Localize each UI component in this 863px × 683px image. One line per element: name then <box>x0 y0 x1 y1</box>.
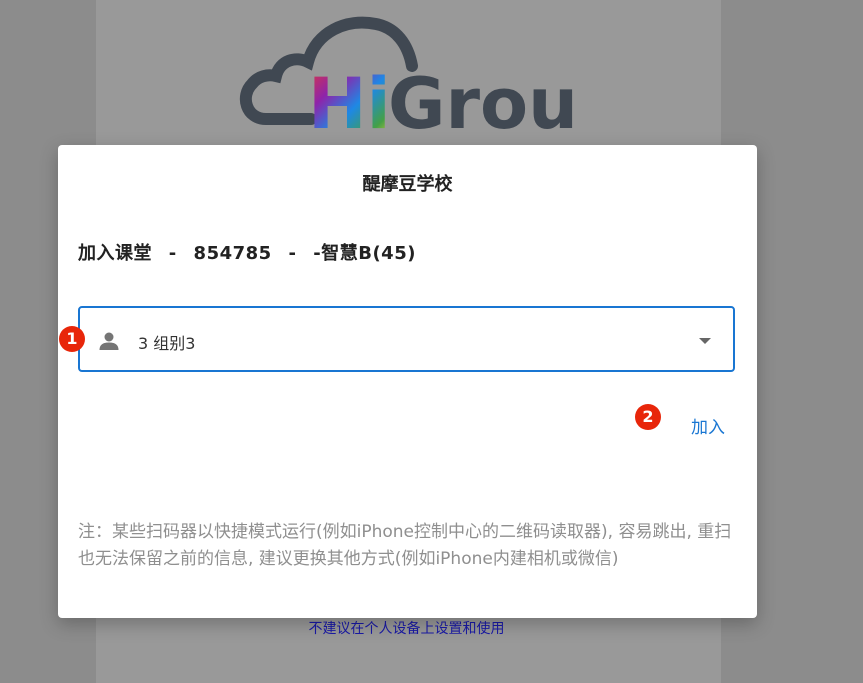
svg-text:Group: Group <box>388 63 582 144</box>
svg-text:Hi: Hi <box>308 63 391 144</box>
higroup-logo: Hi Group <box>236 16 582 144</box>
join-class-dialog: 醍摩豆学校 加入课堂 - 854785 - -智慧B(45) 3 组别3 加入 … <box>58 145 757 618</box>
dialog-title: 醍摩豆学校 <box>362 174 453 195</box>
step-marker-1: 1 <box>59 326 85 352</box>
class-name: -智慧B(45) <box>313 243 416 264</box>
scanner-note: 注：某些扫码器以快捷模式运行(例如iPhone控制中心的二维码读取器), 容易跳… <box>78 522 732 569</box>
join-button[interactable]: 加入 <box>678 413 738 443</box>
step-marker-2: 2 <box>635 404 661 430</box>
class-separator: - <box>168 243 177 264</box>
class-info: 加入课堂 - 854785 - -智慧B(45) <box>78 239 426 265</box>
group-select-value: 3 组别3 <box>138 334 196 353</box>
class-label: 加入课堂 <box>78 243 152 264</box>
class-code: 854785 <box>193 243 272 264</box>
class-separator: - <box>288 243 297 264</box>
group-select[interactable]: 3 组别3 <box>78 306 735 372</box>
chevron-down-icon[interactable] <box>699 338 711 344</box>
person-icon <box>97 329 121 353</box>
personal-device-warning-link[interactable]: 不建议在个人设备上设置和使用 <box>0 618 813 638</box>
